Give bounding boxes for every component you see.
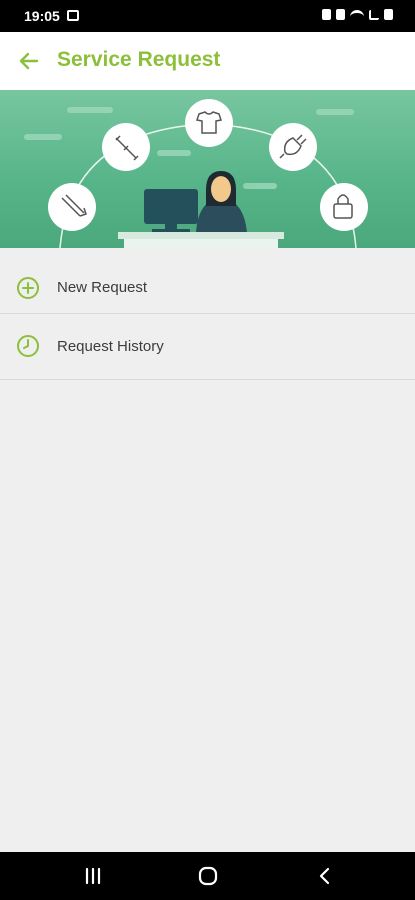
plumbing-icon [102, 123, 150, 171]
home-icon[interactable] [196, 864, 220, 888]
wifi-icon [350, 9, 364, 20]
back-icon[interactable] [313, 864, 337, 888]
recent-apps-icon[interactable] [81, 864, 105, 888]
signal-icon [369, 9, 379, 20]
status-bar: 19:05 [0, 0, 415, 32]
request-history-label: Request History [57, 338, 164, 355]
alarm-icon [336, 9, 345, 20]
paint-brush-icon [48, 183, 96, 231]
banner-illustration [0, 90, 415, 248]
new-request-label: New Request [57, 279, 148, 296]
arrow-left-icon[interactable] [16, 48, 42, 74]
menu-list: New Request Request History [0, 248, 415, 380]
plug-icon [269, 123, 317, 171]
battery-icon [384, 9, 393, 20]
request-history-item[interactable]: Request History [0, 314, 415, 380]
clock-icon [17, 335, 39, 357]
laundry-icon [185, 99, 233, 147]
system-nav-bar [0, 852, 415, 900]
status-time: 19:05 [24, 8, 60, 24]
shield-icon [322, 9, 331, 20]
new-request-item[interactable]: New Request [0, 248, 415, 314]
status-icons [322, 9, 393, 20]
page-title: Service Request [57, 48, 221, 71]
image-icon [67, 10, 79, 21]
app-bar: Service Request [0, 32, 415, 90]
help-desk-illustration [118, 171, 284, 248]
lock-icon [320, 183, 368, 231]
plus-circle-icon [17, 277, 39, 299]
